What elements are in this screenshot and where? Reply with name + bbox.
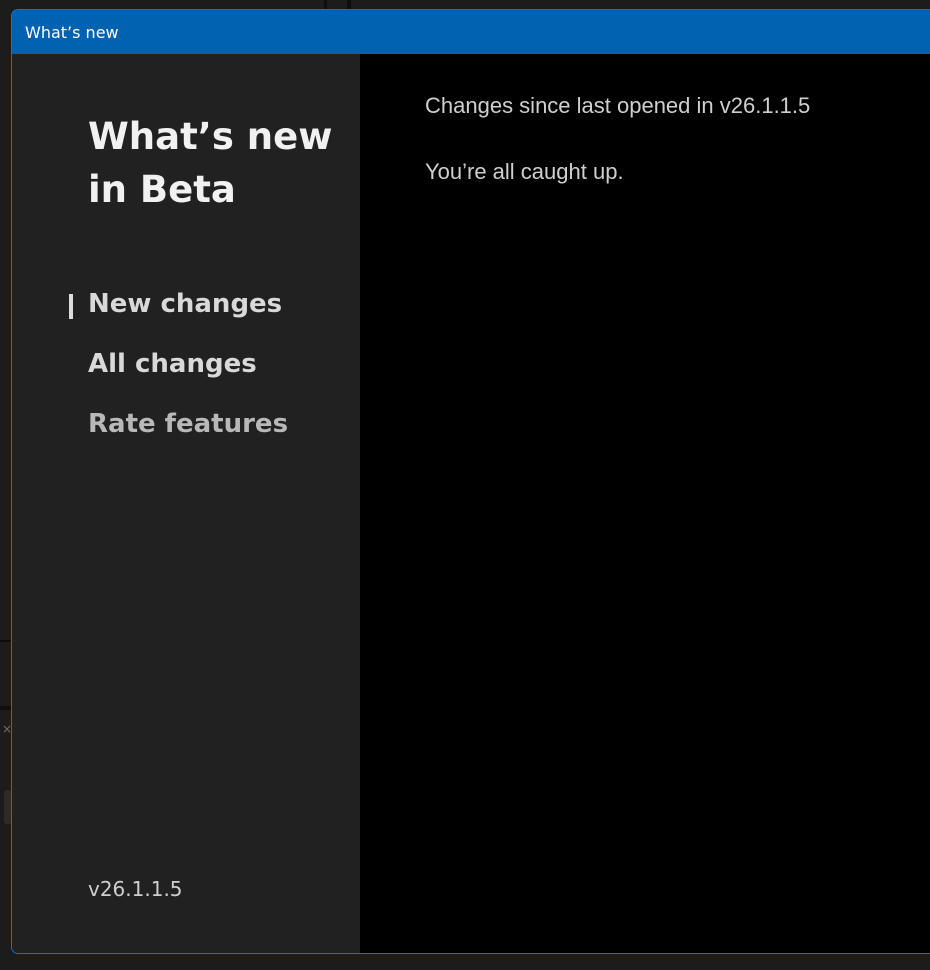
background-divider — [0, 706, 11, 710]
sidebar-item-new-changes[interactable]: New changes — [88, 289, 282, 319]
whats-new-dialog: What’s new What’s new in Beta New change… — [11, 9, 930, 954]
changes-heading: Changes since last opened in v26.1.1.5 — [425, 93, 811, 118]
status-message: You’re all caught up. — [425, 159, 624, 184]
active-item-marker — [69, 294, 73, 319]
dialog-title: What’s new — [25, 23, 119, 42]
sidebar: What’s new in Beta New changes All chang… — [12, 54, 360, 953]
version-label: v26.1.1.5 — [88, 877, 183, 901]
sidebar-item-rate-features[interactable]: Rate features — [88, 409, 288, 439]
sidebar-heading: What’s new in Beta — [88, 115, 333, 211]
sidebar-item-all-changes[interactable]: All changes — [88, 349, 257, 379]
background-divider — [0, 640, 11, 642]
main-content: Changes since last opened in v26.1.1.5 Y… — [360, 54, 930, 953]
dialog-titlebar[interactable]: What’s new — [12, 10, 930, 54]
